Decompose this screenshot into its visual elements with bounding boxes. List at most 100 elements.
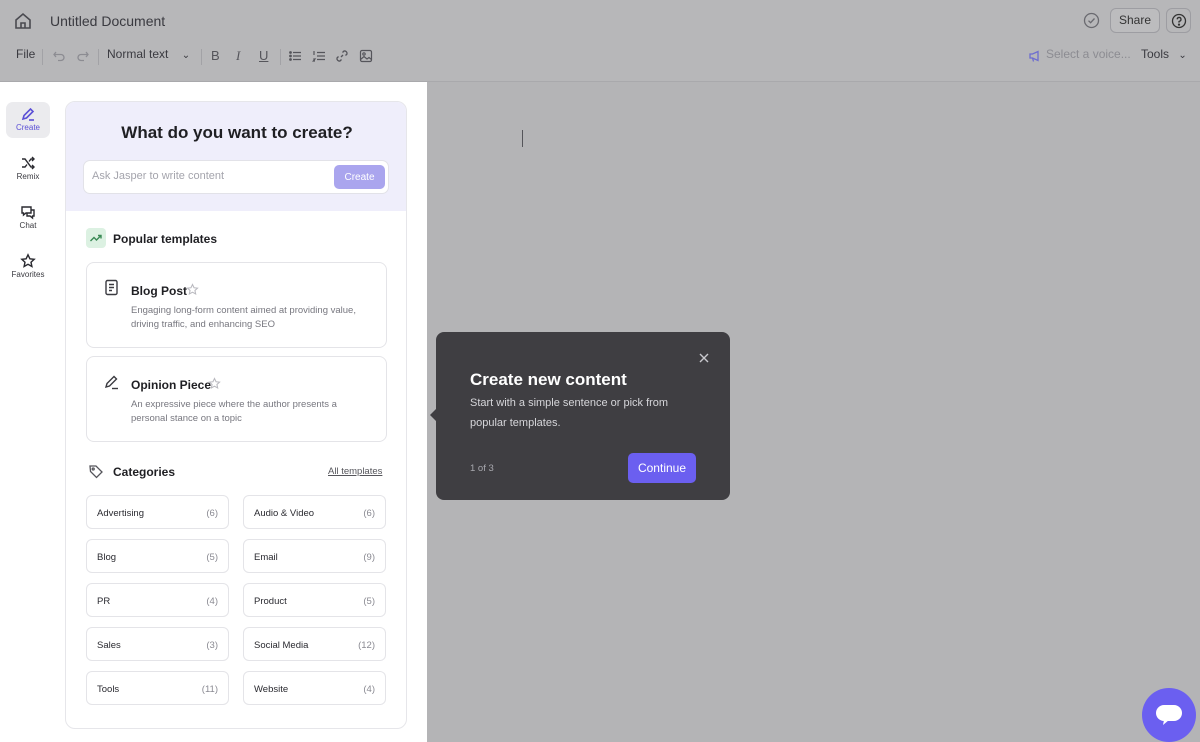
template-card-blog-post[interactable]: Blog Post Engaging long-form content aim…	[86, 262, 387, 348]
bold-icon[interactable]: B	[211, 48, 226, 63]
trending-icon	[86, 228, 106, 248]
category-name: Product	[254, 596, 287, 607]
category-count: (9)	[363, 552, 375, 563]
template-description: An expressive piece where the author pre…	[131, 399, 337, 424]
toolbar-divider	[201, 49, 202, 65]
tooltip-body: Start with a simple sentence or pick fro…	[470, 397, 669, 429]
category-name: Email	[254, 552, 278, 563]
italic-icon[interactable]: I	[236, 48, 251, 63]
voice-select[interactable]: Select a voice...	[1046, 47, 1131, 61]
close-icon[interactable]	[698, 351, 710, 363]
link-icon[interactable]	[335, 49, 350, 64]
rail-item-favorites[interactable]: Favorites	[6, 249, 50, 285]
create-panel: What do you want to create? Create Popul…	[65, 101, 407, 729]
category-name: Advertising	[97, 508, 144, 519]
tooltip-step-counter: 1 of 3	[470, 463, 494, 474]
bullet-list-icon[interactable]	[288, 49, 303, 64]
category-name: Social Media	[254, 640, 309, 651]
tools-menu[interactable]: Tools ⌄	[1141, 47, 1187, 61]
onboarding-tooltip: Create new content Start with a simple s…	[436, 332, 730, 500]
share-button[interactable]: Share	[1110, 8, 1160, 33]
template-name: Blog Post	[131, 284, 187, 298]
pen-icon	[21, 107, 35, 121]
category-count: (5)	[363, 596, 375, 607]
category-social-media[interactable]: Social Media (12)	[243, 627, 386, 661]
category-count: (6)	[363, 508, 375, 519]
rail-label: Create	[15, 123, 40, 132]
rail-label: Chat	[19, 221, 37, 230]
star-icon	[20, 253, 36, 268]
category-name: Website	[254, 684, 289, 695]
pen-icon	[104, 373, 120, 391]
chat-bubble-icon	[1156, 705, 1182, 725]
file-menu[interactable]: File	[16, 47, 35, 61]
category-count: (4)	[363, 684, 375, 695]
category-name: Blog	[97, 552, 117, 563]
support-chat-button[interactable]	[1142, 688, 1196, 742]
text-cursor	[522, 130, 523, 147]
image-icon[interactable]	[359, 49, 374, 64]
categories-title: Categories	[113, 465, 176, 479]
underline-icon[interactable]: U	[259, 48, 274, 63]
category-name: PR	[97, 596, 111, 607]
rail-label: Favorites	[11, 270, 45, 279]
tag-icon	[88, 464, 104, 480]
category-name: Sales	[97, 640, 121, 651]
rail-item-chat[interactable]: Chat	[6, 200, 50, 236]
toolbar-divider	[42, 49, 43, 65]
chevron-down-icon: ⌄	[1178, 50, 1187, 61]
help-button[interactable]	[1166, 8, 1191, 33]
rail-item-create[interactable]: Create	[6, 102, 50, 138]
ask-jasper-input[interactable]	[92, 170, 322, 182]
text-style-select[interactable]: Normal text ⌄	[107, 47, 190, 61]
document-title[interactable]: Untitled Document	[50, 13, 165, 29]
category-count: (5)	[206, 552, 218, 563]
shuffle-icon	[22, 156, 35, 170]
top-bar: Untitled Document Share File Normal text…	[0, 0, 1200, 82]
category-count: (3)	[206, 640, 218, 651]
category-sales[interactable]: Sales (3)	[86, 627, 229, 661]
favorite-star-icon[interactable]	[208, 377, 221, 390]
create-button[interactable]: Create	[334, 165, 385, 189]
all-templates-link[interactable]: All templates	[328, 466, 382, 477]
saved-check-icon	[1083, 12, 1100, 29]
category-count: (6)	[206, 508, 218, 519]
template-card-opinion-piece[interactable]: Opinion Piece An expressive piece where …	[86, 356, 387, 442]
continue-button[interactable]: Continue	[628, 453, 696, 483]
popular-templates-title: Popular templates	[113, 232, 218, 246]
category-product[interactable]: Product (5)	[243, 583, 386, 617]
category-count: (4)	[206, 596, 218, 607]
rail-item-remix[interactable]: Remix	[6, 151, 50, 187]
category-blog[interactable]: Blog (5)	[86, 539, 229, 573]
category-count: (11)	[201, 684, 218, 695]
redo-icon[interactable]	[76, 49, 91, 64]
category-pr[interactable]: PR (4)	[86, 583, 229, 617]
toolbar-divider	[98, 49, 99, 65]
category-count: (12)	[358, 640, 375, 651]
rail-label: Remix	[16, 172, 40, 181]
undo-icon[interactable]	[52, 49, 67, 64]
template-description: Engaging long-form content aimed at prov…	[131, 305, 356, 330]
tooltip-title: Create new content	[470, 370, 627, 389]
chat-icon	[21, 206, 35, 220]
formatting-toolbar: File Normal text ⌄ B I U Select a voice.…	[0, 42, 1200, 72]
numbered-list-icon[interactable]	[312, 49, 327, 64]
panel-header: What do you want to create? Create	[66, 102, 406, 211]
toolbar-divider	[280, 49, 281, 65]
title-row: Untitled Document Share	[0, 0, 1200, 42]
category-advertising[interactable]: Advertising (6)	[86, 495, 229, 529]
help-icon	[1171, 13, 1187, 29]
megaphone-icon	[1028, 49, 1043, 64]
category-website[interactable]: Website (4)	[243, 671, 386, 705]
left-rail: Create Remix Chat Favorites	[0, 82, 56, 742]
category-audio-video[interactable]: Audio & Video (6)	[243, 495, 386, 529]
category-email[interactable]: Email (9)	[243, 539, 386, 573]
category-name: Tools	[97, 684, 120, 695]
ask-jasper-box: Create	[83, 160, 389, 194]
category-tools[interactable]: Tools (11)	[86, 671, 229, 705]
panel-title: What do you want to create?	[121, 123, 353, 142]
home-icon[interactable]	[12, 10, 34, 32]
chevron-down-icon: ⌄	[181, 50, 191, 61]
favorite-star-icon[interactable]	[186, 283, 199, 296]
tools-label: Tools	[1141, 47, 1170, 61]
